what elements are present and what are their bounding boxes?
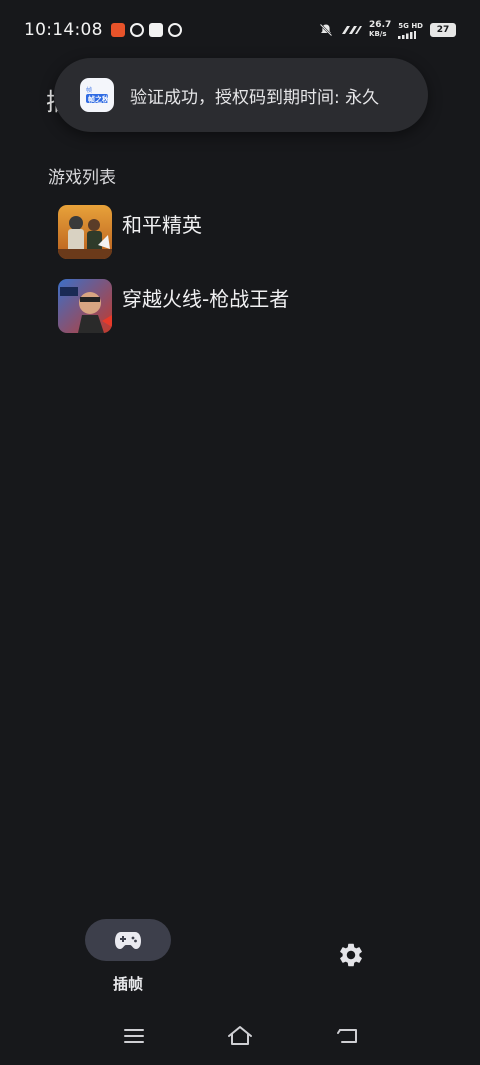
signal-bars-icon (398, 30, 417, 39)
tab-frame-insert-label: 插帧 (112, 975, 143, 993)
game-list: 和平精英 穿越火线-枪战王者 (58, 205, 458, 353)
net-speed-value: 26.7 (369, 20, 392, 30)
bottom-navigation: 插帧 (0, 905, 480, 1005)
game-item-crossfire[interactable]: 穿越火线-枪战王者 (58, 279, 458, 333)
game-list-heading: 游戏列表 (48, 168, 116, 188)
back-icon (337, 1029, 357, 1043)
net-speed: 26.7 KB/s (369, 21, 391, 39)
status-right: 26.7 KB/s 5G HD 27 (319, 21, 456, 39)
menu-icon (124, 1029, 144, 1043)
toast-message: 验证成功，授权码到期时间: 永久 (130, 87, 380, 108)
signal-indicator: 5G HD (398, 22, 423, 39)
toast-notification: 帧 帧之秋 验证成功，授权码到期时间: 永久 (54, 58, 428, 132)
system-navigation-bar (0, 1012, 480, 1062)
menu-button[interactable] (120, 1024, 148, 1048)
net-speed-unit: KB/s (369, 30, 387, 38)
home-button[interactable] (226, 1024, 254, 1048)
home-icon (228, 1026, 252, 1045)
tab-frame-insert[interactable] (85, 919, 171, 961)
game-name: 穿越火线-枪战王者 (122, 287, 290, 311)
svg-text:帧之秋: 帧之秋 (88, 95, 110, 104)
status-time: 10:14:08 (24, 20, 103, 40)
app-logo-icon: 帧 帧之秋 (80, 78, 114, 112)
game-item-peacekeeper-elite[interactable]: 和平精英 (58, 205, 458, 259)
crossfire-icon (58, 279, 112, 333)
link-notification-icon (129, 23, 144, 37)
battery-indicator: 27 (430, 23, 456, 37)
gamepad-icon (115, 932, 141, 949)
svg-text:帧: 帧 (86, 86, 92, 94)
chat-notification-icon (167, 23, 182, 37)
signal-label: 5G HD (398, 21, 423, 30)
tab-settings[interactable] (335, 939, 367, 971)
game-name: 和平精英 (122, 213, 202, 237)
mail-notification-icon (148, 23, 163, 37)
status-bar: 10:14:08 26.7 KB/s 5G HD 27 (0, 0, 480, 60)
gear-icon (340, 943, 362, 967)
back-button[interactable] (334, 1024, 362, 1048)
carrier-icon (342, 26, 363, 34)
peacekeeper-elite-icon (58, 205, 112, 259)
notification-icons (110, 23, 182, 37)
app-notification-icon (110, 23, 125, 37)
mute-bell-icon (319, 23, 333, 37)
